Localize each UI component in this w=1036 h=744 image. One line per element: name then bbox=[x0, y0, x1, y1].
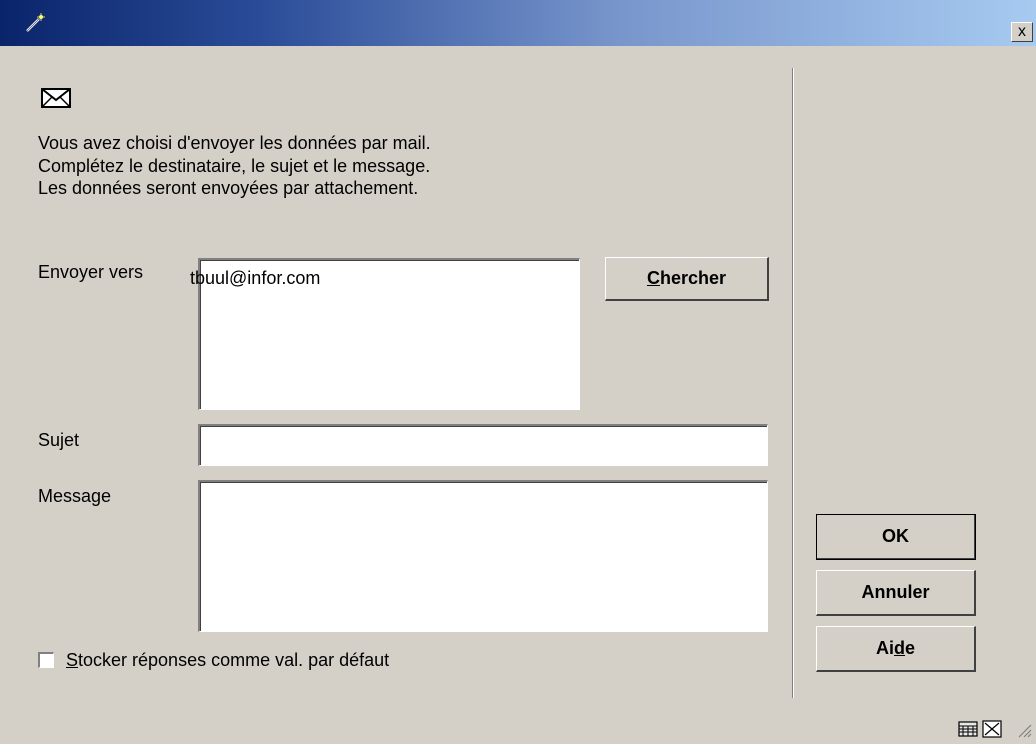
message-field[interactable] bbox=[198, 480, 768, 632]
help-button[interactable]: Aide bbox=[816, 626, 976, 672]
search-button[interactable]: Chercher bbox=[605, 257, 769, 301]
help-button-mnemonic: d bbox=[893, 638, 905, 658]
subject-field[interactable] bbox=[198, 424, 768, 466]
recipient-field[interactable]: tbuul@infor.com bbox=[190, 258, 580, 410]
search-button-label: hercher bbox=[659, 268, 727, 288]
close-button[interactable]: x bbox=[1011, 22, 1033, 42]
title-bar bbox=[0, 0, 1036, 46]
envelope-icon bbox=[41, 88, 71, 108]
cancel-button[interactable]: Annuler bbox=[816, 570, 976, 616]
recipient-value: tbuul@infor.com bbox=[190, 268, 321, 288]
store-defaults-checkbox[interactable] bbox=[38, 652, 54, 668]
to-label: Envoyer vers bbox=[38, 262, 144, 282]
wand-icon bbox=[26, 13, 45, 32]
intro-line: Vous avez choisi d'envoyer les données p… bbox=[38, 133, 431, 153]
store-defaults-text: tocker réponses comme val. par défaut bbox=[78, 650, 390, 670]
resize-grip-icon[interactable] bbox=[1016, 722, 1032, 738]
help-button-label: Ai bbox=[875, 638, 894, 658]
status-icons bbox=[957, 720, 1002, 738]
message-label: Message bbox=[38, 486, 112, 506]
ok-button[interactable]: OK bbox=[816, 514, 976, 560]
search-button-mnemonic: C bbox=[646, 268, 660, 288]
store-defaults-mnemonic: S bbox=[66, 650, 79, 670]
intro-text: Vous avez choisi d'envoyer les données p… bbox=[38, 132, 431, 200]
store-defaults-label[interactable]: Stocker réponses comme val. par défaut bbox=[66, 650, 389, 671]
intro-line: Complétez le destinataire, le sujet et l… bbox=[38, 155, 431, 176]
vertical-divider bbox=[792, 68, 794, 698]
subject-label: Sujet bbox=[38, 430, 80, 450]
keyboard-icon[interactable] bbox=[957, 720, 978, 738]
intro-line: Les données seront envoyées par attachem… bbox=[38, 178, 419, 198]
resize-icon[interactable] bbox=[982, 720, 1002, 738]
help-button-label-end: e bbox=[904, 638, 915, 658]
